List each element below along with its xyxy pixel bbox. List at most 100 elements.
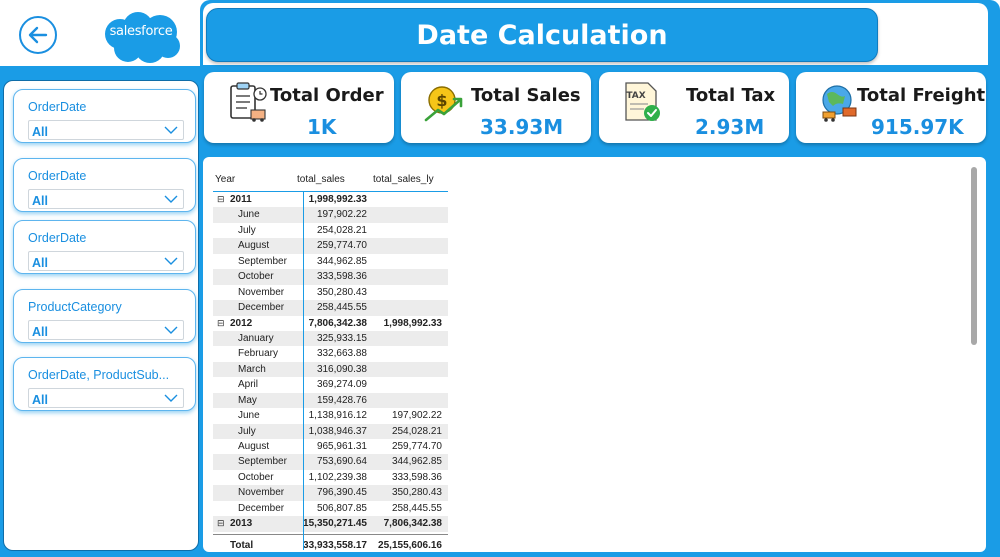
slicer-label: OrderDate (28, 169, 87, 183)
slicer-value: All (32, 393, 48, 407)
total-sales-cell: 369,274.09 (316, 379, 367, 391)
matrix-month-row: October 333,598.36 (213, 269, 448, 285)
matrix-body: ⊟ 2011 1,998,992.33 June 197,902.22 July 254,0… (213, 192, 448, 532)
total-sales-cell: 332,663.88 (316, 348, 367, 360)
matrix-month-row: January 325,933.15 (213, 330, 448, 347)
total-sales-ly-cell: 333,598.36 (391, 471, 442, 483)
svg-text:$: $ (436, 91, 447, 110)
matrix-year-row[interactable]: ⊟ 2011 1,998,992.33 (213, 192, 448, 207)
matrix-month-row: September 753,690.64 344,962.85 (213, 454, 448, 470)
row-label: 2012 (230, 317, 253, 329)
kpi-value: 2.93M (695, 115, 765, 139)
total-sales-cell: 965,961.31 (316, 441, 367, 452)
row-label: 2013 (230, 518, 253, 530)
matrix-month-row: June 197,902.22 (213, 207, 448, 223)
total-sales-ly-cell: 258,445.55 (391, 502, 442, 514)
total-label: Total (230, 539, 254, 551)
row-label: April (238, 379, 259, 391)
total-sales-cell: 325,933.15 (316, 332, 367, 344)
total-sales-cell: 1,038,946.37 (308, 425, 367, 437)
matrix-month-row: November 796,390.45 350,280.43 (213, 485, 448, 501)
column-header-total-sales-ly[interactable]: total_sales_ly (373, 174, 434, 185)
row-label: August (238, 441, 270, 452)
matrix-month-row: September 344,962.85 (213, 254, 448, 269)
slicer-label: OrderDate (28, 100, 87, 114)
total-sales-cell: 344,962.85 (316, 255, 367, 267)
row-label: December (238, 502, 285, 514)
svg-text:TAX: TAX (626, 91, 645, 101)
page-title: Date Calculation (416, 19, 668, 51)
slicer-dropdown[interactable]: All (28, 320, 184, 340)
globe-freight-icon (822, 85, 857, 122)
vertical-scrollbar[interactable] (971, 167, 977, 345)
slicer-orderdate-2: OrderDate All (13, 158, 196, 212)
slicer-value: All (32, 256, 48, 270)
row-label: January (238, 332, 274, 344)
kpi-title: Total Order (270, 85, 384, 106)
total-sales-cell: 258,445.55 (316, 302, 367, 314)
back-arrow-icon (28, 26, 48, 44)
matrix-header: Year total_sales total_sales_ly (213, 164, 448, 192)
slicer-orderdate-3: OrderDate All (13, 220, 196, 274)
total-sales-cell: 254,028.21 (316, 224, 367, 236)
matrix-month-row: December 506,807.85 258,445.55 (213, 501, 448, 516)
total-sales-cell: 159,428.76 (316, 394, 367, 406)
slicer-orderdate-productsub: OrderDate, ProductSub... All (13, 357, 196, 411)
kpi-value: 1K (307, 115, 337, 139)
salesforce-logo: salesforce (98, 10, 184, 66)
matrix-month-row: August 965,961.31 259,774.70 (213, 439, 448, 454)
total-sales-ly-cell: 254,028.21 (391, 425, 442, 437)
row-label: November (238, 487, 285, 499)
slicer-dropdown[interactable]: All (28, 251, 184, 271)
row-label: February (238, 348, 279, 360)
matrix-year-row[interactable]: ⊟ 2012 7,806,342.38 1,998,992.33 (213, 316, 448, 331)
matrix-month-row: August 259,774.70 (213, 238, 448, 254)
total-sales-cell: 1,102,239.38 (308, 471, 367, 483)
kpi-value: 33.93M (480, 115, 564, 139)
total-sales-cell: 333,598.36 (316, 271, 367, 283)
total-sales-ly-cell: 7,806,342.38 (383, 518, 442, 530)
row-label: March (238, 363, 266, 375)
row-label: July (238, 224, 256, 236)
total-sales-ly-cell: 197,902.22 (391, 410, 442, 422)
total-sales-ly-value: 25,155,606.16 (378, 539, 442, 551)
slicer-value: All (32, 125, 48, 139)
column-header-year[interactable]: Year (215, 174, 235, 185)
matrix-year-row[interactable]: ⊟ 2013 15,350,271.45 7,806,342.38 (213, 516, 448, 532)
row-label: September (238, 456, 287, 468)
total-sales-cell: 15,350,271.45 (303, 518, 367, 530)
row-label: September (238, 255, 287, 267)
row-label: November (238, 286, 285, 298)
kpi-card-total-order: Total Order 1K (204, 72, 394, 143)
slicer-dropdown[interactable]: All (28, 189, 184, 209)
tax-document-icon: TAX (625, 82, 660, 121)
kpi-title: Total Freight (857, 85, 986, 106)
row-label: June (238, 410, 260, 422)
chevron-down-icon (164, 326, 178, 334)
slicer-dropdown[interactable]: All (28, 388, 184, 408)
matrix-visual: Year total_sales total_sales_ly ⊟ 2011 1,9… (203, 157, 986, 552)
back-button[interactable] (19, 16, 57, 54)
total-sales-cell: 506,807.85 (316, 502, 367, 514)
matrix-month-row: November 350,280.43 (213, 285, 448, 300)
chevron-down-icon (164, 126, 178, 134)
total-sales-value: 33,933,558.17 (303, 539, 367, 551)
row-label: October (238, 471, 274, 483)
matrix-month-row: July 1,038,946.37 254,028.21 (213, 423, 448, 439)
total-sales-cell: 1,138,916.12 (308, 410, 367, 422)
sales-matrix: Year total_sales total_sales_ly ⊟ 2011 1,9… (213, 164, 448, 554)
total-sales-cell: 1,998,992.33 (308, 194, 367, 205)
total-sales-cell: 197,902.22 (316, 209, 367, 221)
total-sales-ly-cell: 344,962.85 (391, 456, 442, 468)
column-header-total-sales[interactable]: total_sales (297, 174, 345, 185)
matrix-month-row: April 369,274.09 (213, 377, 448, 392)
slicer-dropdown[interactable]: All (28, 120, 184, 140)
kpi-card-total-sales: $ Total Sales 33.93M (401, 72, 591, 143)
total-sales-cell: 259,774.70 (316, 240, 367, 252)
total-sales-ly-cell: 350,280.43 (391, 487, 442, 499)
total-sales-cell: 7,806,342.38 (308, 317, 367, 329)
report-canvas: salesforce Date Calculation OrderDate Al… (0, 0, 1000, 557)
total-sales-ly-cell: 1,998,992.33 (383, 317, 442, 329)
row-label: October (238, 271, 274, 283)
matrix-month-row: March 316,090.38 (213, 361, 448, 378)
